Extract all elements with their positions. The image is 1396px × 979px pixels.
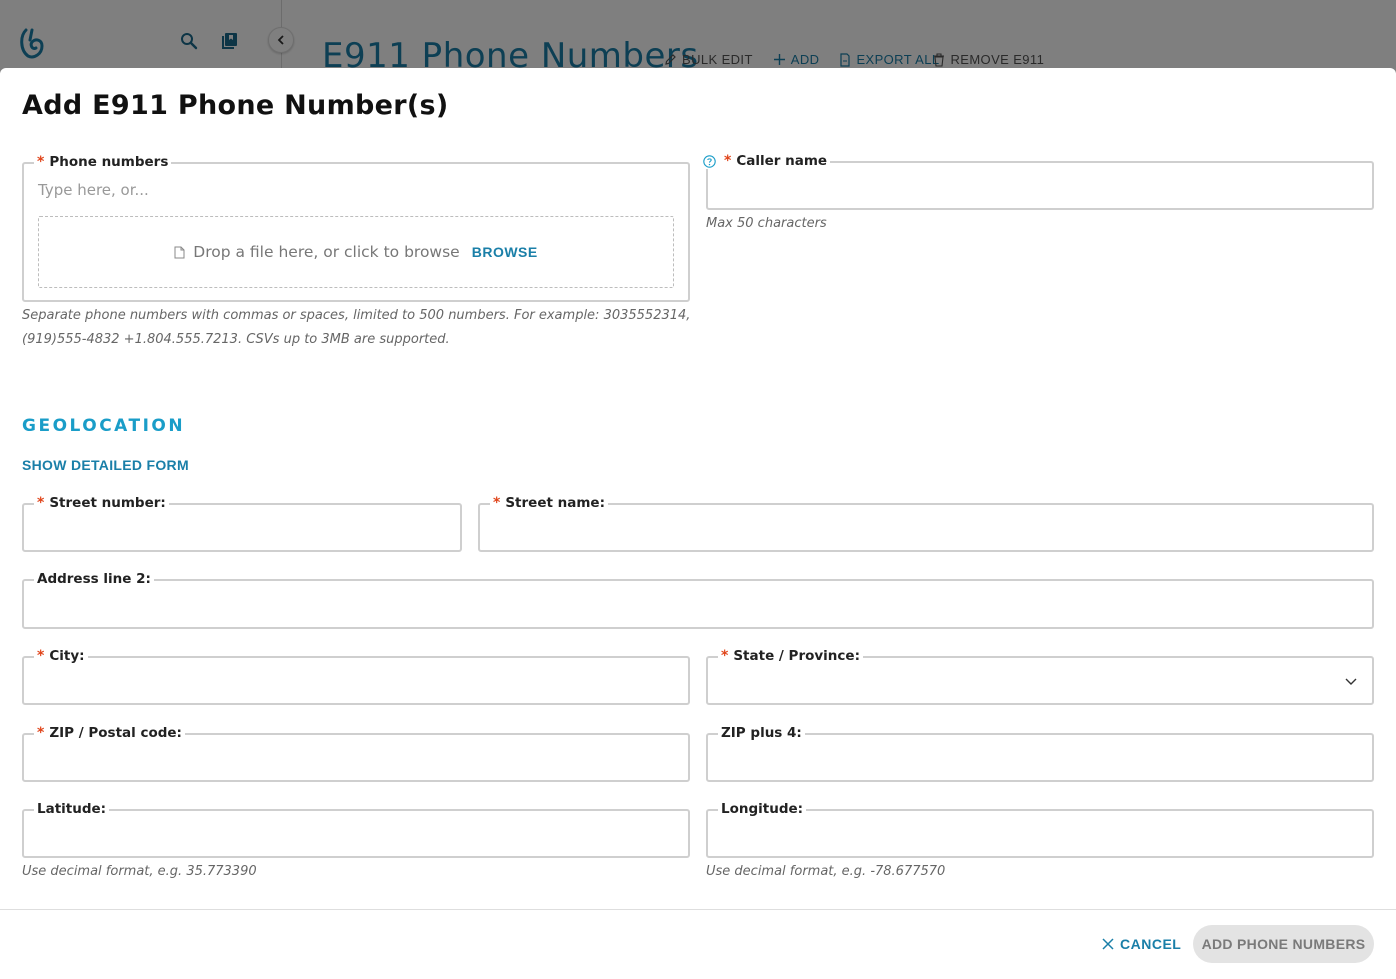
state-province-select[interactable]: * State / Province: [706, 648, 1374, 705]
state-province-label-text: State / Province: [733, 648, 860, 664]
caller-name-help: Max 50 characters [706, 216, 827, 231]
caller-name-field[interactable]: * Caller name [700, 153, 1374, 210]
street-number-input[interactable] [24, 505, 460, 550]
phone-numbers-field: * Phone numbers Type here, or... Drop a … [22, 154, 690, 302]
city-input[interactable] [24, 658, 688, 703]
address-line2-input[interactable] [24, 581, 1372, 627]
dialog-title: Add E911 Phone Number(s) [22, 90, 449, 121]
cancel-label: CANCEL [1120, 936, 1182, 952]
street-number-field[interactable]: * Street number: [22, 495, 462, 552]
latitude-field[interactable]: Latitude: [22, 801, 690, 858]
phone-numbers-help: Separate phone numbers with commas or sp… [22, 304, 690, 352]
add-phone-numbers-button[interactable]: ADD PHONE NUMBERS [1193, 925, 1374, 963]
required-marker: * [721, 648, 729, 664]
chevron-down-icon [1345, 678, 1357, 685]
longitude-input[interactable] [708, 811, 1372, 856]
zip-plus4-field[interactable]: ZIP plus 4: [706, 725, 1374, 782]
file-icon [174, 246, 185, 258]
phone-numbers-label: * Phone numbers [34, 154, 172, 170]
zip-postal-field[interactable]: * ZIP / Postal code: [22, 725, 690, 782]
phone-numbers-help-line2: (919)555-4832 +1.804.555.7213. CSVs up t… [22, 332, 450, 347]
close-icon [1102, 938, 1114, 950]
street-name-field[interactable]: * Street name: [478, 495, 1374, 552]
phone-numbers-help-line1: Separate phone numbers with commas or sp… [22, 308, 691, 323]
latitude-input[interactable] [24, 811, 688, 856]
geolocation-heading: GEOLOCATION [22, 416, 186, 436]
zip-postal-input[interactable] [24, 735, 688, 780]
street-name-input[interactable] [480, 505, 1372, 550]
state-province-label: * State / Province: [718, 648, 863, 664]
cancel-button[interactable]: CANCEL [1102, 934, 1181, 954]
address-line2-field[interactable]: Address line 2: [22, 571, 1374, 629]
phone-numbers-input[interactable]: Type here, or... [38, 181, 149, 199]
phone-numbers-label-text: Phone numbers [49, 154, 169, 170]
footer-divider [0, 909, 1396, 910]
longitude-help: Use decimal format, e.g. -78.677570 [706, 864, 946, 879]
longitude-field[interactable]: Longitude: [706, 801, 1374, 858]
required-marker: * [37, 154, 45, 170]
add-e911-dialog: Add E911 Phone Number(s) * Phone numbers… [0, 68, 1396, 979]
file-dropzone[interactable]: Drop a file here, or click to browse BRO… [38, 216, 674, 288]
show-detailed-form-button[interactable]: SHOW DETAILED FORM [22, 457, 189, 473]
city-field[interactable]: * City: [22, 648, 690, 705]
latitude-help: Use decimal format, e.g. 35.773390 [22, 864, 257, 879]
caller-name-input[interactable] [708, 163, 1372, 208]
dropzone-text: Drop a file here, or click to browse [193, 243, 460, 261]
zip-plus4-input[interactable] [708, 735, 1372, 780]
browse-button[interactable]: BROWSE [472, 244, 538, 260]
